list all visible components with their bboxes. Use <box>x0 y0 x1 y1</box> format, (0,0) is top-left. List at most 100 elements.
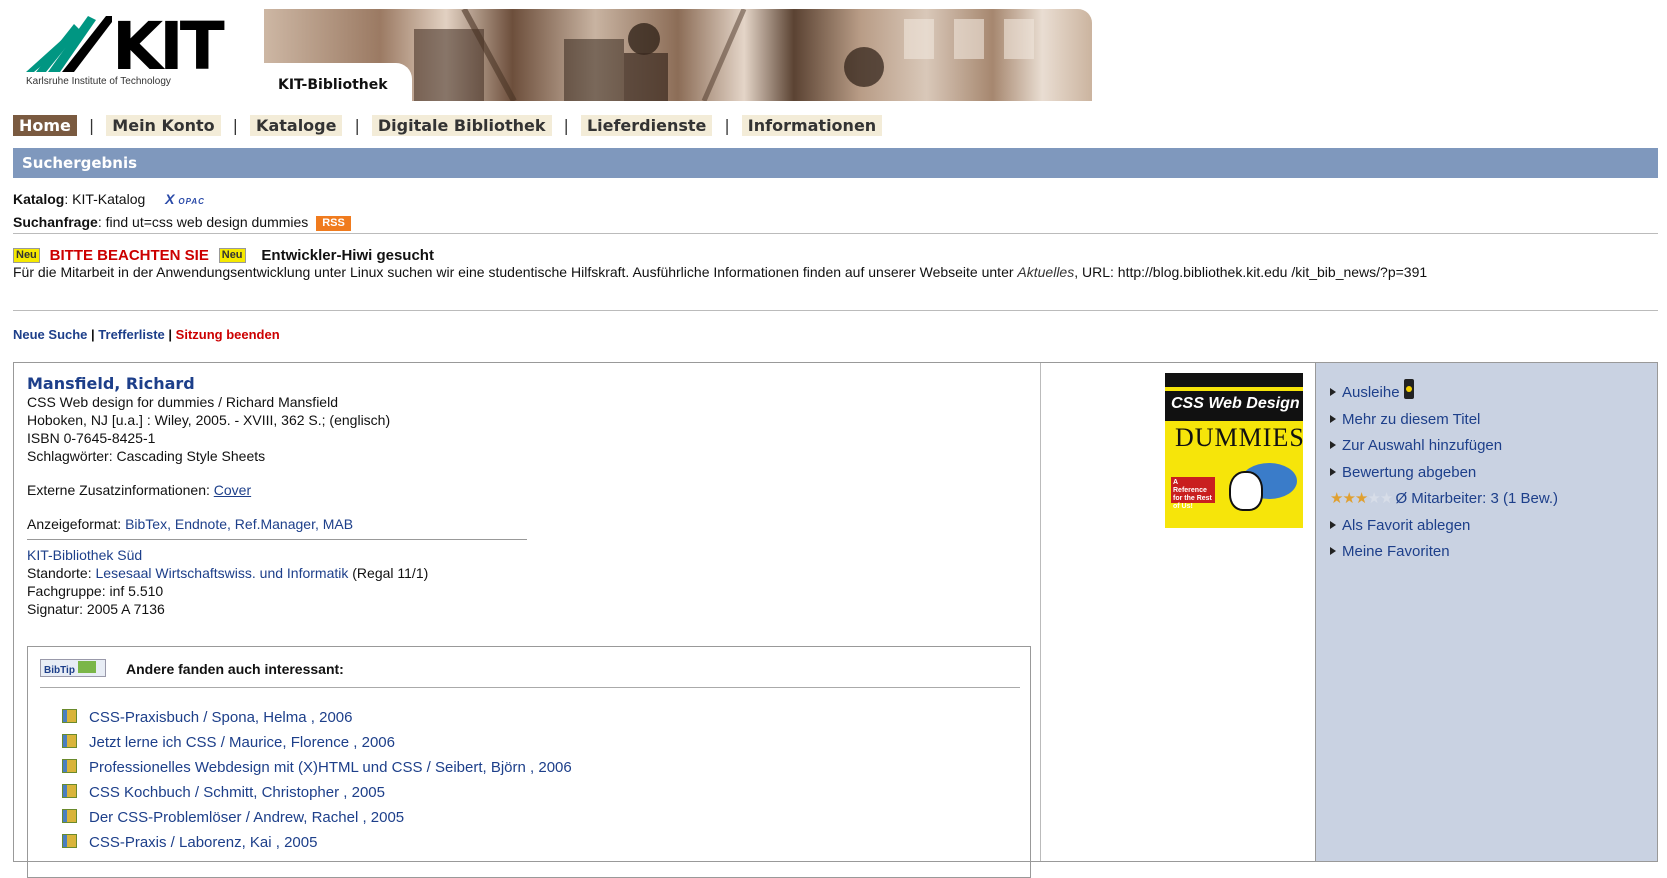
bullet-arrow-icon <box>1330 520 1336 529</box>
notice-header: Neu BITTE BEACHTEN SIE Neu Entwickler-Hi… <box>13 247 1658 264</box>
kit-logo[interactable]: KIT Karlsruhe Institute of Technology <box>26 10 225 90</box>
bibtip-item-label: CSS Kochbuch / Schmitt, Christopher , 20… <box>89 784 385 801</box>
bullet-arrow-icon <box>1330 467 1336 476</box>
bewertung-link[interactable]: Bewertung abgeben <box>1330 460 1558 487</box>
katalog-label: Katalog <box>13 191 65 207</box>
link-separator: | <box>87 327 99 342</box>
bibtip-box: BibTip Andere fanden auch interessant: C… <box>27 646 1031 878</box>
format-label: Anzeigeformat: <box>27 516 126 532</box>
katalog-line: Katalog: KIT-Katalog X OPAC <box>13 189 351 212</box>
bibtip-item[interactable]: Jetzt lerne ich CSS / Maurice, Florence … <box>62 730 572 755</box>
record-signatur: Signatur: 2005 A 7136 <box>27 601 165 617</box>
location-shelf: (Regal 11/1) <box>348 565 429 581</box>
nav-lieferdienste[interactable]: Lieferdienste <box>580 114 713 136</box>
kit-wordmark: KIT <box>112 8 225 85</box>
bibtip-item-label: CSS-Praxisbuch / Spona, Helma , 2006 <box>89 709 353 726</box>
record-location: Standorte: Lesesaal Wirtschaftswiss. und… <box>27 564 527 582</box>
neue-suche-link[interactable]: Neue Suche <box>13 327 87 342</box>
meine-favoriten-link[interactable]: Meine Favoriten <box>1330 539 1558 566</box>
bewertung-label: Bewertung abgeben <box>1342 463 1477 481</box>
availability-traffic-light-icon <box>1403 379 1414 399</box>
cover-column: CSS Web Design DUMMIES A Reference for t… <box>1041 363 1316 861</box>
kit-logo-fan-icon <box>26 16 112 72</box>
record-isbn: ISBN 0-7645-8425-1 <box>27 430 156 446</box>
bibtip-logo-text: BibTip <box>44 665 75 676</box>
header-banner: KIT-Bibliothek <box>264 9 1092 101</box>
cover-link[interactable]: Cover <box>214 482 251 498</box>
opac-link[interactable]: X OPAC <box>165 191 205 207</box>
bibtip-item[interactable]: CSS-Praxisbuch / Spona, Helma , 2006 <box>62 705 572 730</box>
result-record: Mansfield, Richard CSS Web design for du… <box>13 362 1658 878</box>
star-empty-icon: ★ <box>1367 490 1380 507</box>
location-label: Standorte: <box>27 565 96 581</box>
bullet-arrow-icon <box>1330 388 1336 396</box>
location-link[interactable]: Lesesaal Wirtschaftswiss. und Informatik <box>96 565 349 581</box>
dummies-mascot-icon <box>1229 471 1263 511</box>
nav-separator: | <box>563 115 569 135</box>
sitzung-beenden-link[interactable]: Sitzung beenden <box>176 327 280 342</box>
book-icon <box>62 809 77 823</box>
record-details: Mansfield, Richard CSS Web design for du… <box>14 363 1041 878</box>
nav-kataloge[interactable]: Kataloge <box>250 114 343 136</box>
rss-button[interactable]: RSS <box>316 216 351 231</box>
bibtip-logo[interactable]: BibTip <box>40 659 106 677</box>
cover-badge: A Reference for the Rest of Us! <box>1171 477 1215 510</box>
bibtip-item-label: Jetzt lerne ich CSS / Maurice, Florence … <box>89 734 395 751</box>
ausleihe-label: Ausleihe <box>1342 384 1400 401</box>
record-library[interactable]: KIT-Bibliothek Süd <box>27 546 527 564</box>
action-list: Ausleihe Mehr zu diesem Titel Zur Auswah… <box>1330 379 1558 566</box>
trefferliste-link[interactable]: Trefferliste <box>98 327 164 342</box>
nav-mein-konto[interactable]: Mein Konto <box>106 114 221 136</box>
katalog-value: : KIT-Katalog <box>64 191 146 207</box>
favorit-label: Als Favorit ablegen <box>1342 516 1471 534</box>
bullet-arrow-icon <box>1330 441 1336 449</box>
record-publication: Hoboken, NJ [u.a.] : Wiley, 2005. - XVII… <box>27 412 391 428</box>
nav-separator: | <box>232 115 239 135</box>
bibtip-list: CSS-Praxisbuch / Spona, Helma , 2006 Jet… <box>62 705 572 855</box>
format-links[interactable]: BibTex, Endnote, Ref.Manager, MAB <box>125 516 353 532</box>
book-cover-image[interactable]: CSS Web Design DUMMIES A Reference for t… <box>1165 373 1303 528</box>
notice-text: Für die Mitarbeit in der Anwendungsentwi… <box>13 264 1658 281</box>
star-icon: ★ <box>1342 490 1355 507</box>
query-info: Katalog: KIT-Katalog X OPAC Suchanfrage:… <box>13 189 351 233</box>
nav-informationen[interactable]: Informationen <box>741 114 883 136</box>
rating-stars[interactable]: ★★★★★ <box>1330 490 1395 507</box>
rating-text: Ø Mitarbeiter: 3 (1 Bew.) <box>1395 490 1558 507</box>
opac-label: OPAC <box>178 197 205 206</box>
bibtip-item[interactable]: Der CSS-Problemlöser / Andrew, Rachel , … <box>62 805 572 830</box>
nav-separator: | <box>88 115 95 135</box>
auswahl-label: Zur Auswahl hinzufügen <box>1342 437 1503 454</box>
notice-box: Neu BITTE BEACHTEN SIE Neu Entwickler-Hi… <box>13 247 1658 281</box>
auswahl-link[interactable]: Zur Auswahl hinzufügen <box>1330 433 1558 460</box>
ausleihe-link[interactable]: Ausleihe <box>1330 379 1558 407</box>
divider <box>13 310 1658 311</box>
neu-badge: Neu <box>218 248 246 263</box>
record-info: Mansfield, Richard CSS Web design for du… <box>27 375 527 618</box>
record-author[interactable]: Mansfield, Richard <box>27 375 527 393</box>
bibtip-title: Andere fanden auch interessant: <box>126 661 344 677</box>
bibtip-item-label: CSS-Praxis / Laborenz, Kai , 2005 <box>89 834 318 851</box>
book-icon <box>62 709 77 723</box>
book-icon <box>62 784 77 798</box>
bibtip-item[interactable]: CSS Kochbuch / Schmitt, Christopher , 20… <box>62 780 572 805</box>
star-empty-icon: ★ <box>1379 490 1393 507</box>
bullet-arrow-icon <box>1330 414 1336 423</box>
nav-digitale-bibliothek[interactable]: Digitale Bibliothek <box>371 114 552 136</box>
favorit-link[interactable]: Als Favorit ablegen <box>1330 513 1558 540</box>
bibtip-item-label: Professionelles Webdesign mit (X)HTML un… <box>89 759 572 776</box>
link-separator: | <box>164 327 176 342</box>
nav-home[interactable]: Home <box>13 114 77 136</box>
star-icon: ★ <box>1354 490 1368 507</box>
record-extern: Externe Zusatzinformationen: Cover <box>27 481 527 499</box>
cover-dummies: DUMMIES <box>1175 423 1303 452</box>
bibtip-item[interactable]: Professionelles Webdesign mit (X)HTML un… <box>62 755 572 780</box>
cover-strip <box>1165 373 1303 387</box>
bibtip-item[interactable]: CSS-Praxis / Laborenz, Kai , 2005 <box>62 830 572 855</box>
aktuelles-link[interactable]: Aktuelles <box>1017 264 1074 280</box>
mehr-titel-link[interactable]: Mehr zu diesem Titel <box>1330 407 1558 434</box>
suchanfrage-value: : find ut=css web design dummies <box>97 214 309 230</box>
extern-label: Externe Zusatzinformationen: <box>27 482 214 498</box>
notice-alert: BITTE BEACHTEN SIE <box>49 247 209 264</box>
bibtip-icon <box>77 661 96 673</box>
